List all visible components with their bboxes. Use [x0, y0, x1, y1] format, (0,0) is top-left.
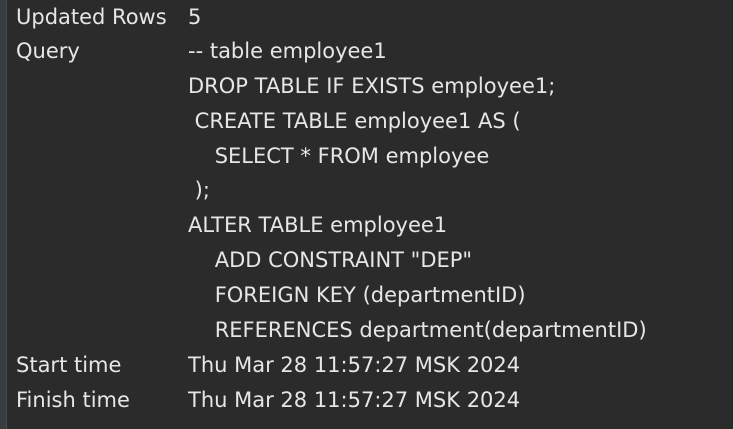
query-line: );: [188, 178, 210, 202]
left-gutter: [0, 0, 7, 429]
query-line: FOREIGN KEY (departmentID): [188, 283, 526, 307]
start-time-value[interactable]: Thu Mar 28 11:57:27 MSK 2024: [188, 348, 520, 382]
query-line: -- table employee1: [188, 39, 387, 63]
query-line: ADD CONSTRAINT "DEP": [188, 248, 473, 272]
updated-rows-label: Updated Rows: [16, 5, 167, 29]
query-row: Query: [16, 34, 186, 68]
finish-time-label: Finish time: [16, 388, 130, 412]
query-line: REFERENCES department(departmentID): [188, 318, 647, 342]
query-label: Query: [16, 39, 80, 63]
query-line: DROP TABLE IF EXISTS employee1;: [188, 74, 556, 98]
finish-time-value[interactable]: Thu Mar 28 11:57:27 MSK 2024: [188, 383, 520, 417]
query-line: SELECT * FROM employee: [188, 144, 490, 168]
start-time-label: Start time: [16, 353, 122, 377]
query-line: ALTER TABLE employee1: [188, 213, 448, 237]
query-result-panel: Updated Rows 5 Query -- table employee1 …: [16, 0, 733, 429]
updated-rows-value[interactable]: 5: [188, 0, 201, 34]
query-line: CREATE TABLE employee1 AS (: [188, 109, 521, 133]
